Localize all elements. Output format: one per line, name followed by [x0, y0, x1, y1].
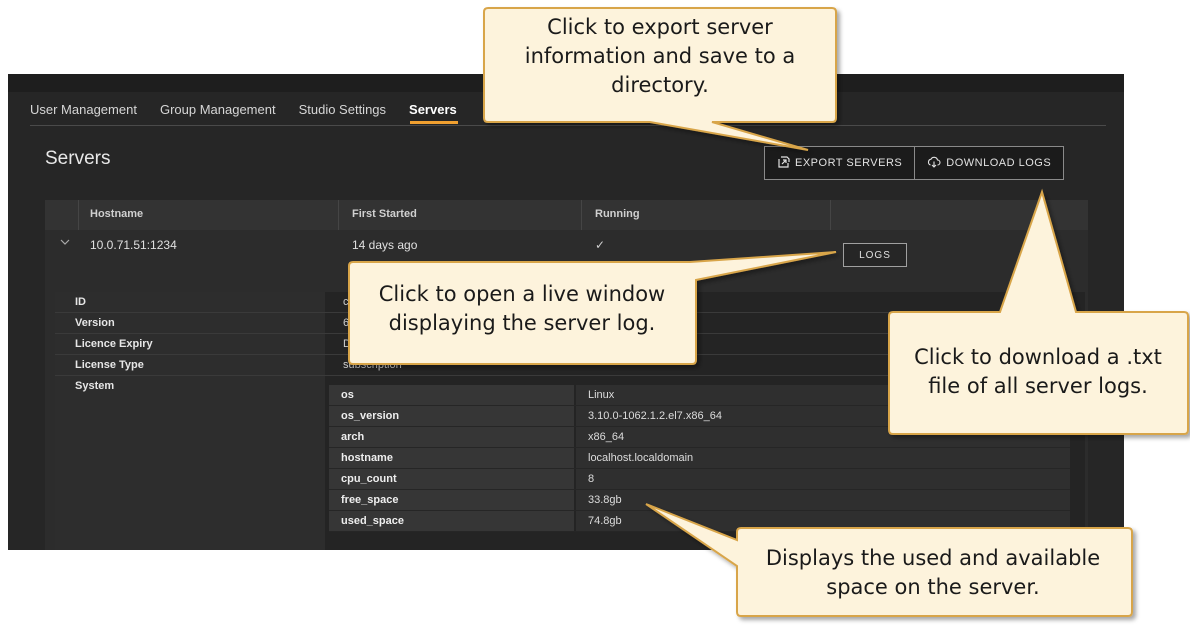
callout-line: Click to download a .txt — [914, 345, 1162, 369]
system-key: used_space — [329, 511, 574, 531]
column-separator — [830, 200, 831, 230]
callout-line: space on the server. — [826, 575, 1040, 599]
running-check-icon: ✓ — [595, 238, 606, 252]
cloud-download-icon — [927, 156, 941, 171]
system-key: arch — [329, 427, 574, 447]
system-table: os Linux os_version 3.10.0-1062.1.2.el7.x8… — [329, 385, 1070, 535]
detail-value: subscription — [343, 359, 402, 371]
system-key: free_space — [329, 490, 574, 510]
system-value: 74.8gb — [576, 511, 1070, 531]
table-row[interactable]: 10.0.71.51:1234 14 days ago ✓ — [45, 230, 1088, 264]
export-icon — [777, 155, 790, 171]
first-started-cell: 14 days ago — [352, 238, 418, 252]
column-separator — [78, 200, 79, 230]
tab-studio-settings[interactable]: Studio Settings — [299, 102, 386, 126]
list-item: os_version 3.10.0-1062.1.2.el7.x86_64 — [329, 406, 1070, 427]
list-item: used_space 74.8gb — [329, 511, 1070, 532]
detail-key: Licence Expiry — [75, 338, 153, 350]
table-header: Hostname First Started Running — [45, 200, 1088, 230]
detail-value: Dec — [343, 338, 363, 350]
callout-line: directory. — [611, 73, 709, 97]
list-item: free_space 33.8gb — [329, 490, 1070, 511]
detail-key: System — [75, 380, 115, 392]
export-servers-button[interactable]: EXPORT SERVERS — [765, 147, 914, 179]
active-tab-indicator — [410, 121, 458, 124]
callout-line: file of all server logs. — [928, 374, 1148, 398]
list-item: arch x86_64 — [329, 427, 1070, 448]
column-separator — [338, 200, 339, 230]
column-header-hostname[interactable]: Hostname — [90, 208, 143, 220]
system-value: x86_64 — [576, 427, 1070, 447]
column-header-first-started[interactable]: First Started — [352, 208, 417, 220]
page-title: Servers — [45, 148, 111, 169]
toolbar: EXPORT SERVERS DOWNLOAD LOGS — [764, 146, 1065, 180]
export-servers-label: EXPORT SERVERS — [795, 157, 903, 169]
system-key: os — [329, 385, 574, 405]
detail-key: ID — [75, 296, 86, 308]
tab-user-management[interactable]: User Management — [30, 102, 137, 126]
download-logs-button[interactable]: DOWNLOAD LOGS — [914, 147, 1063, 179]
callout-line: Click to export server — [547, 15, 773, 39]
column-header-running[interactable]: Running — [595, 208, 640, 220]
detail-key: License Type — [75, 359, 144, 371]
tab-divider — [30, 125, 1106, 126]
hostname-cell: 10.0.71.51:1234 — [90, 238, 177, 252]
callout-logs-text: Click to open a live window displaying t… — [352, 280, 692, 338]
callout-space-text: Displays the used and available space on… — [736, 544, 1130, 602]
column-separator — [581, 200, 582, 230]
callout-line: Displays the used and available — [765, 546, 1101, 570]
system-value: localhost.localdomain — [576, 448, 1070, 468]
callout-export-text: Click to export server information and s… — [488, 13, 832, 100]
list-item: hostname localhost.localdomain — [329, 448, 1070, 469]
callout-line: information and save to a — [524, 44, 796, 68]
callout-line: Click to open a live window — [378, 282, 666, 306]
chevron-down-icon[interactable] — [59, 236, 71, 251]
logs-button[interactable]: LOGS — [843, 243, 907, 267]
system-key: cpu_count — [329, 469, 574, 489]
list-item: cpu_count 8 — [329, 469, 1070, 490]
system-value: 8 — [576, 469, 1070, 489]
system-value: 33.8gb — [576, 490, 1070, 510]
system-value: 3.10.0-1062.1.2.el7.x86_64 — [576, 406, 1070, 426]
tab-group-management[interactable]: Group Management — [160, 102, 276, 126]
system-key: os_version — [329, 406, 574, 426]
detail-key: Version — [75, 317, 115, 329]
system-key: hostname — [329, 448, 574, 468]
callout-line: displaying the server log. — [388, 311, 656, 335]
download-logs-label: DOWNLOAD LOGS — [946, 157, 1052, 169]
callout-download-text: Click to download a .txt file of all ser… — [890, 343, 1186, 401]
